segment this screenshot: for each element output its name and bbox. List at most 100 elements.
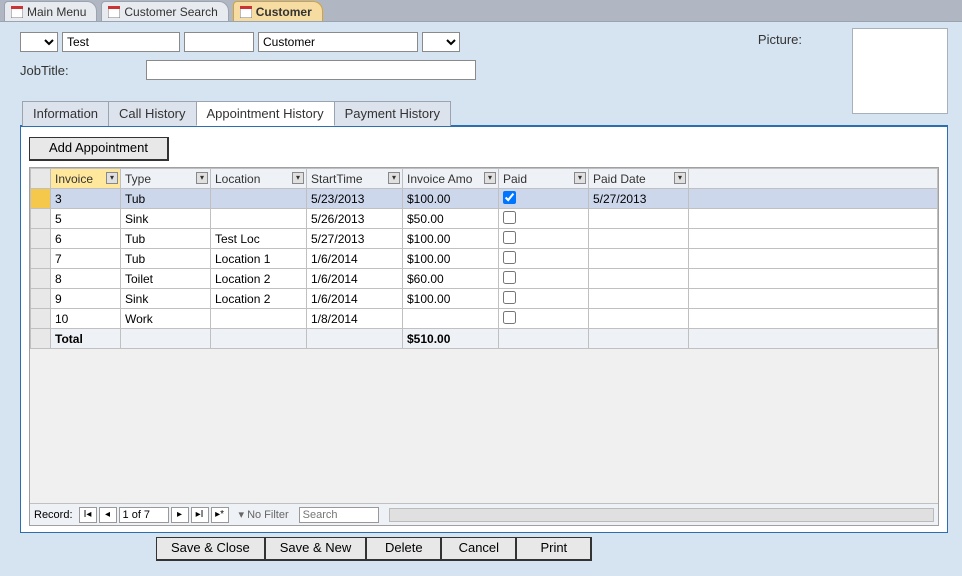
cell-amount[interactable] <box>403 309 499 329</box>
cell-type[interactable]: Work <box>121 309 211 329</box>
cell-location[interactable]: Location 2 <box>211 289 307 309</box>
cell-paid[interactable] <box>499 209 589 229</box>
nav-first-button[interactable]: I◂ <box>79 507 97 523</box>
col-paid-date[interactable]: Paid Date▾ <box>589 169 689 189</box>
row-selector[interactable] <box>31 289 51 309</box>
search-input[interactable] <box>299 507 379 523</box>
col-location[interactable]: Location▾ <box>211 169 307 189</box>
row-selector[interactable] <box>31 309 51 329</box>
paid-checkbox[interactable] <box>503 251 516 264</box>
save-new-button[interactable]: Save & New <box>265 537 368 561</box>
cell-location[interactable] <box>211 209 307 229</box>
cell-starttime[interactable]: 1/6/2014 <box>307 289 403 309</box>
cell-starttime[interactable]: 1/8/2014 <box>307 309 403 329</box>
cell-paid[interactable] <box>499 309 589 329</box>
chevron-down-icon[interactable]: ▾ <box>674 172 686 184</box>
cell-starttime[interactable]: 5/23/2013 <box>307 189 403 209</box>
table-row[interactable]: 9SinkLocation 21/6/2014$100.00 <box>31 289 938 309</box>
cell-amount[interactable]: $100.00 <box>403 189 499 209</box>
table-row[interactable]: 6TubTest Loc5/27/2013$100.00 <box>31 229 938 249</box>
table-row[interactable]: 7TubLocation 11/6/2014$100.00 <box>31 249 938 269</box>
nav-position-field[interactable] <box>119 507 169 523</box>
paid-checkbox[interactable] <box>503 271 516 284</box>
cell-location[interactable] <box>211 189 307 209</box>
cell-invoice[interactable]: 6 <box>51 229 121 249</box>
col-paid[interactable]: Paid▾ <box>499 169 589 189</box>
nav-last-button[interactable]: ▸I <box>191 507 209 523</box>
paid-checkbox[interactable] <box>503 231 516 244</box>
chevron-down-icon[interactable]: ▾ <box>484 172 496 184</box>
filter-indicator[interactable]: ▾ No Filter <box>239 508 289 521</box>
add-appointment-button[interactable]: Add Appointment <box>29 137 169 161</box>
cell-amount[interactable]: $100.00 <box>403 229 499 249</box>
first-name-field[interactable] <box>62 32 180 52</box>
tab-payment-history[interactable]: Payment History <box>334 101 451 126</box>
paid-checkbox[interactable] <box>503 211 516 224</box>
table-row[interactable]: 10Work 1/8/2014 <box>31 309 938 329</box>
chevron-down-icon[interactable]: ▾ <box>388 172 400 184</box>
tab-customer[interactable]: Customer <box>233 1 323 21</box>
print-button[interactable]: Print <box>516 537 592 561</box>
paid-checkbox[interactable] <box>503 191 516 204</box>
cell-location[interactable]: Location 2 <box>211 269 307 289</box>
cell-paid-date[interactable] <box>589 309 689 329</box>
cell-invoice[interactable]: 10 <box>51 309 121 329</box>
cell-paid[interactable] <box>499 229 589 249</box>
tab-call-history[interactable]: Call History <box>108 101 196 126</box>
cell-location[interactable] <box>211 309 307 329</box>
tab-appointment-history[interactable]: Appointment History <box>196 101 335 126</box>
cell-amount[interactable]: $100.00 <box>403 249 499 269</box>
nav-prev-button[interactable]: ◂ <box>99 507 117 523</box>
middle-name-field[interactable] <box>184 32 254 52</box>
cell-invoice[interactable]: 3 <box>51 189 121 209</box>
nav-new-button[interactable]: ▸* <box>211 507 229 523</box>
cell-paid-date[interactable] <box>589 229 689 249</box>
tab-information[interactable]: Information <box>22 101 109 126</box>
row-selector[interactable] <box>31 209 51 229</box>
chevron-down-icon[interactable]: ▾ <box>196 172 208 184</box>
cell-paid-date[interactable] <box>589 249 689 269</box>
nav-next-button[interactable]: ▸ <box>171 507 189 523</box>
tab-main-menu[interactable]: Main Menu <box>4 1 97 21</box>
cell-amount[interactable]: $50.00 <box>403 209 499 229</box>
cell-paid-date[interactable] <box>589 269 689 289</box>
cell-location[interactable]: Location 1 <box>211 249 307 269</box>
cell-type[interactable]: Tub <box>121 229 211 249</box>
paid-checkbox[interactable] <box>503 291 516 304</box>
picture-box[interactable] <box>852 28 948 114</box>
paid-checkbox[interactable] <box>503 311 516 324</box>
cell-paid[interactable] <box>499 249 589 269</box>
cell-starttime[interactable]: 1/6/2014 <box>307 249 403 269</box>
cell-paid-date[interactable]: 5/27/2013 <box>589 189 689 209</box>
cell-type[interactable]: Sink <box>121 209 211 229</box>
chevron-down-icon[interactable]: ▾ <box>292 172 304 184</box>
cell-type[interactable]: Tub <box>121 249 211 269</box>
cell-starttime[interactable]: 5/27/2013 <box>307 229 403 249</box>
cell-paid[interactable] <box>499 289 589 309</box>
cell-invoice[interactable]: 7 <box>51 249 121 269</box>
cell-invoice[interactable]: 9 <box>51 289 121 309</box>
cell-type[interactable]: Tub <box>121 189 211 209</box>
title-combo[interactable] <box>20 32 58 52</box>
col-type[interactable]: Type▾ <box>121 169 211 189</box>
last-name-field[interactable] <box>258 32 418 52</box>
table-row[interactable]: 8ToiletLocation 21/6/2014$60.00 <box>31 269 938 289</box>
cell-type[interactable]: Toilet <box>121 269 211 289</box>
suffix-combo[interactable] <box>422 32 460 52</box>
table-row[interactable]: 3Tub 5/23/2013$100.00 5/27/2013 <box>31 189 938 209</box>
save-close-button[interactable]: Save & Close <box>156 537 266 561</box>
chevron-down-icon[interactable]: ▾ <box>574 172 586 184</box>
delete-button[interactable]: Delete <box>366 537 442 561</box>
cancel-button[interactable]: Cancel <box>441 537 517 561</box>
cell-starttime[interactable]: 5/26/2013 <box>307 209 403 229</box>
cell-paid-date[interactable] <box>589 289 689 309</box>
horizontal-scrollbar[interactable] <box>389 508 934 522</box>
chevron-down-icon[interactable]: ▾ <box>106 172 118 184</box>
col-invoice[interactable]: Invoice▾ <box>51 169 121 189</box>
cell-amount[interactable]: $100.00 <box>403 289 499 309</box>
col-invoice-amt[interactable]: Invoice Amo▾ <box>403 169 499 189</box>
row-selector-header[interactable] <box>31 169 51 189</box>
tab-customer-search[interactable]: Customer Search <box>101 1 228 21</box>
cell-invoice[interactable]: 5 <box>51 209 121 229</box>
row-selector[interactable] <box>31 269 51 289</box>
